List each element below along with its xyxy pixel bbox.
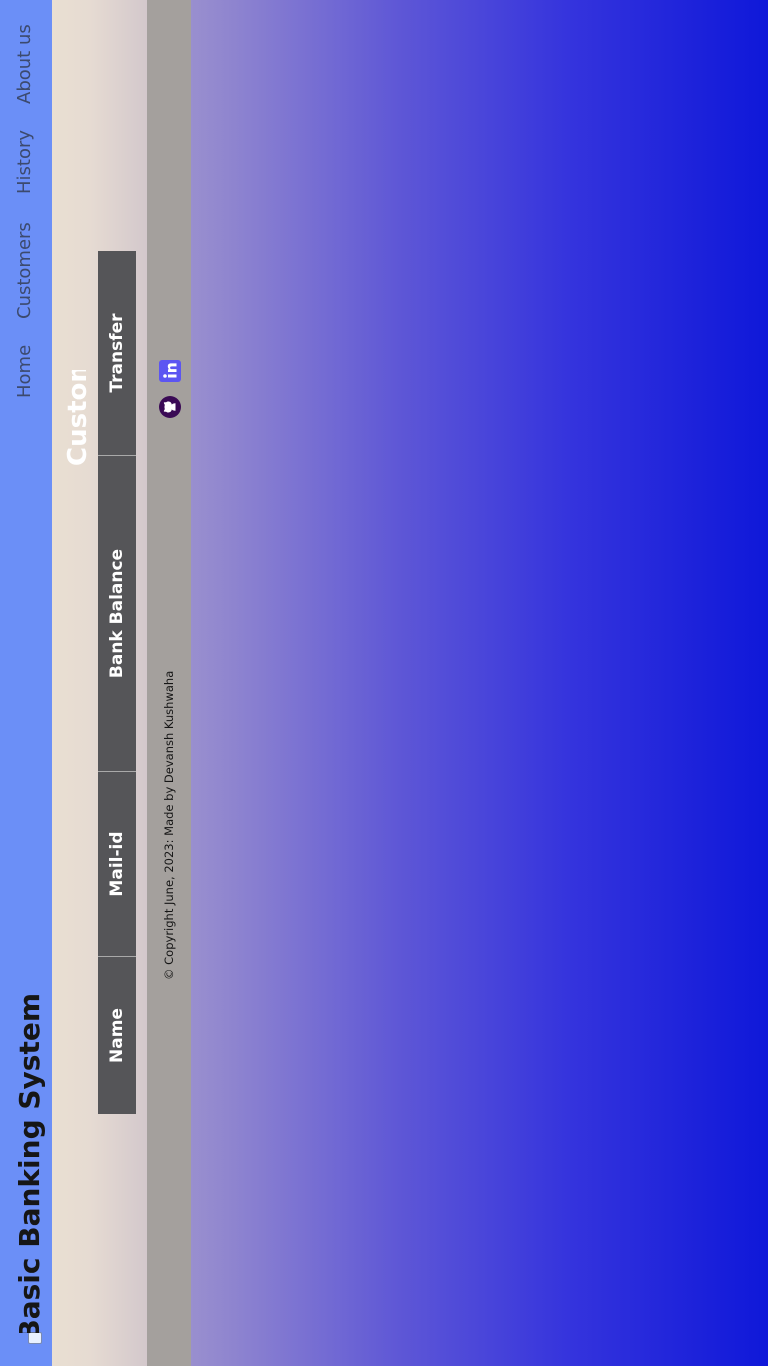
copyright-text: © Copyright June, 2023: Made by Devansh …: [162, 670, 176, 980]
header-name: Name: [107, 1008, 127, 1063]
page-rotated-container: TSF Basic Banking System Home Customers …: [0, 0, 768, 1366]
header-mail-id: Mail-id: [98, 772, 136, 957]
nav-customers-link[interactable]: Customers: [12, 222, 38, 319]
customers-table-header: Name Mail-id Bank Balance Transfer: [98, 251, 136, 1114]
navbar: TSF Basic Banking System Home Customers …: [0, 0, 52, 1366]
header-transfer: Transfer: [98, 251, 136, 456]
nav-history-link[interactable]: History: [12, 130, 38, 194]
brand-title[interactable]: TSF Basic Banking System: [10, 993, 50, 1333]
github-icon[interactable]: [159, 396, 181, 418]
nav-about-link[interactable]: About us: [12, 24, 38, 104]
linkedin-icon[interactable]: [159, 360, 181, 382]
bank-logo-icon[interactable]: [28, 1332, 42, 1344]
header-bank-balance: Bank Balance: [98, 456, 136, 772]
nav-home-link[interactable]: Home: [12, 345, 38, 398]
page-title: Customers: [63, 370, 93, 466]
customers-section: Customers Name Mail-id Bank Balance Tran…: [52, 0, 147, 1366]
footer: © Copyright June, 2023: Made by Devansh …: [147, 0, 191, 1366]
